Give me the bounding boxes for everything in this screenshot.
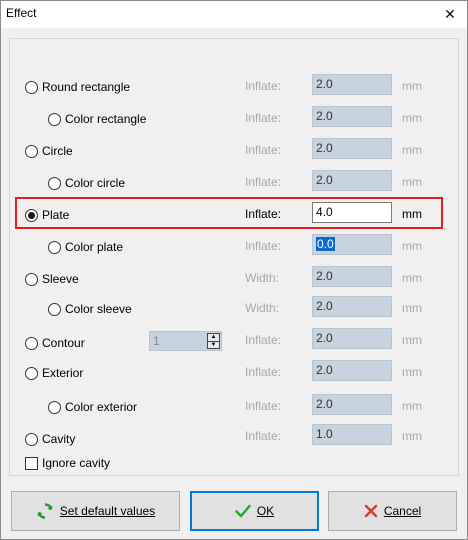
- spin-up-icon[interactable]: ▲: [208, 334, 219, 342]
- spinner-value: 1: [153, 334, 160, 348]
- unit-label: mm: [402, 365, 422, 379]
- option-label: Color sleeve: [65, 302, 132, 316]
- checkbox-box[interactable]: [25, 456, 38, 470]
- round-rectangle-inflate-field[interactable]: 2.0: [312, 74, 392, 95]
- radio-plate[interactable]: Plate: [25, 207, 69, 223]
- radio-exterior[interactable]: Exterior: [25, 365, 83, 381]
- unit-label: mm: [402, 111, 422, 125]
- checkmark-icon: [235, 504, 251, 518]
- radio-indicator[interactable]: [48, 112, 61, 126]
- radio-color-circle[interactable]: Color circle: [48, 175, 125, 191]
- set-default-values-button[interactable]: Set default values: [11, 491, 180, 531]
- option-label: Plate: [42, 208, 70, 222]
- inflate-label: Inflate:: [245, 79, 282, 93]
- unit-label: mm: [402, 207, 422, 221]
- width-label: Width:: [245, 301, 280, 315]
- inflate-label: Inflate:: [245, 175, 282, 189]
- option-label: Color rectangle: [65, 112, 147, 126]
- radio-round-rectangle[interactable]: Round rectangle: [25, 79, 130, 95]
- radio-indicator-checked[interactable]: [25, 208, 38, 222]
- option-label: Color exterior: [65, 400, 138, 414]
- selected-text: 0.0: [316, 237, 335, 251]
- radio-color-sleeve[interactable]: Color sleeve: [48, 301, 132, 317]
- unit-label: mm: [402, 271, 422, 285]
- option-label: Sleeve: [42, 272, 79, 286]
- exterior-inflate-field[interactable]: 2.0: [312, 360, 392, 381]
- unit-label: mm: [402, 429, 422, 443]
- width-label: Width:: [245, 271, 280, 285]
- inflate-label: Inflate:: [245, 429, 282, 443]
- radio-indicator[interactable]: [48, 400, 61, 414]
- unit-label: mm: [402, 399, 422, 413]
- close-button[interactable]: ✕: [432, 0, 468, 28]
- color-exterior-inflate-field[interactable]: 2.0: [312, 394, 392, 415]
- inflate-label: Inflate:: [245, 333, 282, 347]
- contour-inflate-field[interactable]: 2.0: [312, 328, 392, 349]
- checkbox-label: Ignore cavity: [42, 456, 111, 470]
- radio-indicator[interactable]: [48, 240, 61, 254]
- spin-down-icon[interactable]: ▼: [208, 342, 219, 349]
- option-label: Circle: [42, 144, 73, 158]
- window-title: Effect: [6, 6, 37, 20]
- button-label: Set default values: [59, 504, 156, 518]
- color-sleeve-width-field[interactable]: 2.0: [312, 296, 392, 317]
- refresh-icon: [36, 502, 54, 520]
- ok-button[interactable]: OK: [190, 491, 319, 531]
- option-label: Color plate: [65, 240, 124, 254]
- option-label: Round rectangle: [42, 80, 131, 94]
- unit-label: mm: [402, 333, 422, 347]
- radio-indicator[interactable]: [25, 366, 38, 380]
- button-label: OK: [256, 504, 275, 518]
- radio-sleeve[interactable]: Sleeve: [25, 271, 79, 287]
- inflate-label: Inflate:: [245, 111, 282, 125]
- unit-label: mm: [402, 175, 422, 189]
- radio-indicator[interactable]: [25, 272, 38, 286]
- x-icon: [364, 504, 378, 518]
- radio-indicator[interactable]: [48, 176, 61, 190]
- radio-indicator[interactable]: [25, 336, 38, 350]
- dialog-body: Round rectangle Inflate: 2.0 mm Color re…: [1, 28, 467, 539]
- contour-count-spinner[interactable]: 1 ▲ ▼: [149, 331, 222, 351]
- unit-label: mm: [402, 143, 422, 157]
- radio-color-rectangle[interactable]: Color rectangle: [48, 111, 146, 127]
- radio-indicator[interactable]: [48, 302, 61, 316]
- radio-contour[interactable]: Contour: [25, 335, 85, 351]
- cancel-button[interactable]: Cancel: [328, 491, 457, 531]
- radio-circle[interactable]: Circle: [25, 143, 73, 159]
- color-circle-inflate-field[interactable]: 2.0: [312, 170, 392, 191]
- inflate-label: Inflate:: [245, 365, 282, 379]
- inflate-label: Inflate:: [245, 143, 282, 157]
- color-plate-inflate-field[interactable]: 0.0: [312, 234, 392, 255]
- option-label: Exterior: [42, 366, 84, 380]
- inflate-label: Inflate:: [245, 239, 282, 253]
- ignore-cavity-checkbox[interactable]: Ignore cavity: [25, 456, 110, 470]
- circle-inflate-field[interactable]: 2.0: [312, 138, 392, 159]
- unit-label: mm: [402, 301, 422, 315]
- unit-label: mm: [402, 79, 422, 93]
- cavity-inflate-field[interactable]: 1.0: [312, 424, 392, 445]
- close-icon: ✕: [444, 5, 456, 22]
- radio-indicator[interactable]: [25, 144, 38, 158]
- option-label: Cavity: [42, 432, 76, 446]
- radio-cavity[interactable]: Cavity: [25, 431, 75, 447]
- unit-label: mm: [402, 239, 422, 253]
- title-bar: Effect ✕: [0, 0, 468, 28]
- button-label: Cancel: [383, 504, 422, 518]
- radio-indicator[interactable]: [25, 432, 38, 446]
- color-rectangle-inflate-field[interactable]: 2.0: [312, 106, 392, 127]
- radio-color-exterior[interactable]: Color exterior: [48, 399, 137, 415]
- option-label: Contour: [42, 336, 85, 350]
- inflate-label: Inflate:: [245, 399, 282, 413]
- radio-color-plate[interactable]: Color plate: [48, 239, 123, 255]
- spinner-buttons[interactable]: ▲ ▼: [207, 333, 220, 349]
- radio-indicator[interactable]: [25, 80, 38, 94]
- plate-inflate-field[interactable]: 4.0: [312, 202, 392, 223]
- inflate-label: Inflate:: [245, 207, 282, 221]
- option-label: Color circle: [65, 176, 126, 190]
- sleeve-width-field[interactable]: 2.0: [312, 266, 392, 287]
